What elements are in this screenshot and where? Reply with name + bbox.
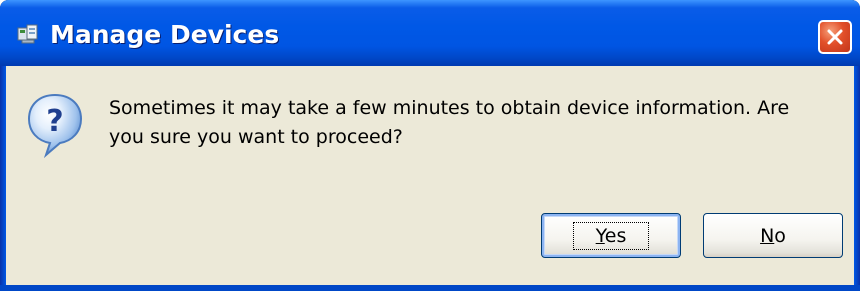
dialog-window: Manage Devices ? Sometimes it may take a… <box>0 0 860 291</box>
focus-rectangle: Yes <box>572 221 650 250</box>
yes-mnemonic: Y <box>595 224 605 247</box>
window-frame-right <box>854 66 860 291</box>
no-mnemonic: N <box>760 224 775 247</box>
question-icon: ? <box>27 93 83 158</box>
title-bar[interactable]: Manage Devices <box>0 0 860 66</box>
window-title: Manage Devices <box>50 20 280 49</box>
dialog-message: Sometimes it may take a few minutes to o… <box>109 97 790 148</box>
manage-devices-app-icon <box>17 24 38 44</box>
svg-text:?: ? <box>46 104 63 139</box>
yes-label-rest: es <box>604 224 627 247</box>
close-button[interactable] <box>818 20 852 54</box>
yes-button[interactable]: Yes <box>541 213 681 258</box>
no-button[interactable]: No <box>703 213 843 258</box>
yes-button-label: Yes <box>596 225 627 247</box>
close-icon <box>827 29 843 45</box>
no-label-rest: o <box>774 224 786 247</box>
window-frame-bottom <box>0 285 860 291</box>
dialog-body: ? Sometimes it may take a few minutes to… <box>6 66 854 285</box>
no-button-label: No <box>760 225 786 247</box>
